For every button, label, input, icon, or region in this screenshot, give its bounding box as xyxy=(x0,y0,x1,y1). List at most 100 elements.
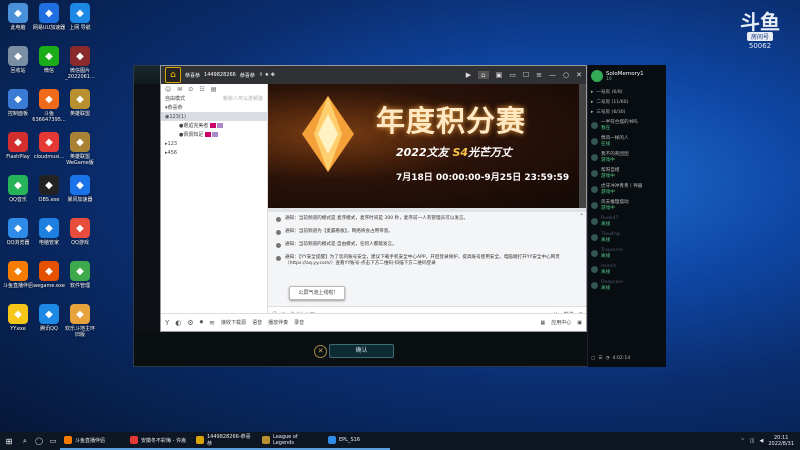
friend-row[interactable]: ▸ 三号房 (6/30) xyxy=(588,107,666,117)
home-tab-icon[interactable]: ⌂ xyxy=(478,71,489,79)
microphone-icon[interactable]: ⏺ xyxy=(200,318,204,327)
receive-download-button[interactable]: 接收下载源 xyxy=(221,319,246,326)
desktop-icon[interactable]: ◆ 微信图片_2022061... xyxy=(62,46,98,80)
menu-icon[interactable]: ≡ xyxy=(536,71,542,79)
video-icon[interactable]: ▶ xyxy=(466,71,471,79)
volume-icon[interactable]: ◀ xyxy=(760,438,764,444)
group-label: 一号房 (6/8) xyxy=(596,90,623,95)
friend-row[interactable]: ▸ 一号房 (6/8) xyxy=(588,87,666,97)
user-icon[interactable]: ☺ xyxy=(165,86,171,93)
folder-icon[interactable]: ▭ xyxy=(46,437,60,445)
task-label: 1449828266-恭喜恭 xyxy=(207,434,251,447)
friend-row[interactable]: 我不的英团团 游戏中 xyxy=(588,149,666,165)
search-icon[interactable]: ⌕ xyxy=(18,437,32,446)
sidebar-item-456[interactable]: ▸ 456 xyxy=(161,148,267,157)
desktop-icon[interactable]: ◆ 暴风加速器 xyxy=(62,175,98,203)
more-icon[interactable]: ▤ xyxy=(211,86,217,93)
desktop-icon[interactable]: ◆ 英雄联盟WeGame版 xyxy=(62,132,98,166)
windows-start-icon[interactable]: ⊞ xyxy=(0,437,18,446)
minimize-icon[interactable]: — xyxy=(549,71,556,79)
friend-row[interactable]: Traprome 离线 xyxy=(588,245,666,261)
channel-root[interactable]: ▾ 恭喜恭 xyxy=(161,103,267,112)
maximize-icon[interactable]: ○ xyxy=(563,71,569,79)
avatar xyxy=(591,249,598,257)
record-button[interactable]: 录音 xyxy=(294,319,304,326)
friend-row[interactable]: 风去推理摆动 游戏中 xyxy=(588,197,666,213)
douyu-icon: ◆ xyxy=(39,89,59,109)
app-center-button[interactable]: 应用中心 xyxy=(551,319,571,326)
mute-icon[interactable]: ◔ xyxy=(605,356,609,361)
sidebar-member-2[interactable]: ● 佩佩知足 xyxy=(161,130,267,139)
skin-icon[interactable]: ☐ xyxy=(523,71,529,79)
game-icon[interactable]: ▣ xyxy=(496,71,503,79)
avatar[interactable] xyxy=(591,70,603,82)
share-icon[interactable]: ⇪ ★ ✥ xyxy=(259,72,275,78)
avatar xyxy=(591,281,598,289)
friend-row[interactable]: ▸ 二号房 (11/60) xyxy=(588,97,666,107)
home-icon[interactable]: ⌂ xyxy=(165,67,181,83)
screen-icon[interactable]: ▭ xyxy=(509,71,516,79)
badge-icon xyxy=(212,132,219,137)
banner-scrollbar[interactable] xyxy=(579,84,586,208)
lol-icon: ◆ xyxy=(70,89,90,109)
friend-row[interactable]: 像风一样的人 在线 xyxy=(588,133,666,149)
taskbar-task[interactable]: 斗鱼直播伴侣 xyxy=(60,432,126,450)
history-icon[interactable]: ☷ xyxy=(199,86,204,93)
member-label: 邂逅完美者 xyxy=(183,123,209,129)
recycle-bin-icon: ◆ xyxy=(8,46,28,66)
friend-row[interactable]: 帮呀自相 游戏中 xyxy=(588,165,666,181)
confirm-button[interactable]: 确认 xyxy=(329,344,394,358)
speaker-icon[interactable]: ◐ xyxy=(175,319,181,327)
list-item: 通知：当前频道为【麦霸看板】，网络将会占用带宽。 xyxy=(276,229,578,235)
friend-row[interactable]: Deepcare 离线 xyxy=(588,277,666,293)
desktop-icon[interactable]: ◆ 英雄联盟 xyxy=(62,89,98,117)
douyu-companion-icon: ◆ xyxy=(8,261,28,281)
notice-icon xyxy=(276,217,281,222)
taskbar-task[interactable]: EPL_S16 xyxy=(324,432,390,450)
sidebar-item-123b[interactable]: ▸ 123 xyxy=(161,139,267,148)
play-accompaniment-button[interactable]: 播放伴奏 xyxy=(268,319,288,326)
bottom-more-icon[interactable]: ▣ xyxy=(577,320,582,326)
avatar xyxy=(591,121,598,129)
location-icon[interactable]: ⊙ xyxy=(188,86,193,93)
desktop-icon[interactable]: ◆ 软件管理 xyxy=(62,261,98,289)
browser-icon[interactable]: ◯ xyxy=(32,437,46,445)
sidebar-item-123[interactable]: ◉ 123 (1) xyxy=(161,112,267,121)
desktop-icon[interactable]: ◆ 欢乐斗地主环 旧版 xyxy=(62,304,98,338)
desktop-icon[interactable]: ◆ 上网 导航 xyxy=(62,3,98,31)
channel-sidebar: ☺ ✉ ⊙ ☷ ▤ 自由模式 新标人可以进频道 ▾ 恭喜恭 ◉ 123 (1) ●… xyxy=(161,84,268,313)
friends-list: ▸ 一号房 (6/8) ▸ 二号房 (11/60) ▸ 三号房 (6/30) 一半符合摆的书… xyxy=(588,87,666,293)
friend-row[interactable]: 一半符合摆的书吗 我在 xyxy=(588,117,666,133)
desktop-icon[interactable]: ◆ QQ游戏 xyxy=(62,218,98,246)
friend-name: 7iou4ng xyxy=(601,231,620,237)
yy-logo-icon[interactable]: Y xyxy=(165,319,169,327)
friend-row[interactable]: 虎牙冲冲青青丨神器 游戏中 xyxy=(588,181,666,197)
clock[interactable]: 20:11 2022/8/31 xyxy=(768,435,794,447)
chat-icon[interactable]: ✉ xyxy=(177,86,182,93)
settings-icon[interactable]: ⚙ xyxy=(187,319,193,327)
taskbar-task[interactable]: League of Legends xyxy=(258,432,324,450)
avatar xyxy=(591,217,598,225)
voice-button[interactable]: 语音 xyxy=(252,319,262,326)
taskbar-task[interactable]: 1449828266-恭喜恭 xyxy=(192,432,258,450)
friends-panel: SoloMemory1 10 ▸ 一号房 (6/8) ▸ 二号房 (11/60) ▸ 三号… xyxy=(587,65,666,367)
close-circle-button[interactable]: ✕ xyxy=(314,345,327,358)
event-banner[interactable]: 年度积分赛 2022文友 S4光芒万丈 7月18日 00:00:00-9月25日… xyxy=(268,84,586,208)
sidebar-member-1[interactable]: ● 邂逅完美者 xyxy=(161,121,267,130)
room-number: 50062 xyxy=(748,42,772,50)
friend-row[interactable]: leomin 离线 xyxy=(588,261,666,277)
chat-bubble-icon[interactable]: ▢ xyxy=(591,356,595,361)
notice-icon xyxy=(276,243,281,248)
computer-icon: ◆ xyxy=(8,3,28,23)
app-icon xyxy=(130,436,138,444)
taskbar-task[interactable]: 安徽冬不彩悔 - 许嵩 xyxy=(126,432,192,450)
sidebar-item-count: (1) xyxy=(178,113,187,120)
app-center-icon[interactable]: ▦ xyxy=(541,320,546,326)
network-icon[interactable]: ◫ xyxy=(750,438,755,444)
close-icon[interactable]: ✕ xyxy=(576,71,582,79)
friend-row[interactable]: Rude47 离线 xyxy=(588,213,666,229)
contacts-icon[interactable]: ☰ xyxy=(598,356,602,361)
tray-chevron-icon[interactable]: ⌃ xyxy=(741,438,745,444)
friend-row[interactable]: 7iou4ng 离线 xyxy=(588,229,666,245)
equalizer-icon[interactable]: ≋ xyxy=(209,319,215,327)
